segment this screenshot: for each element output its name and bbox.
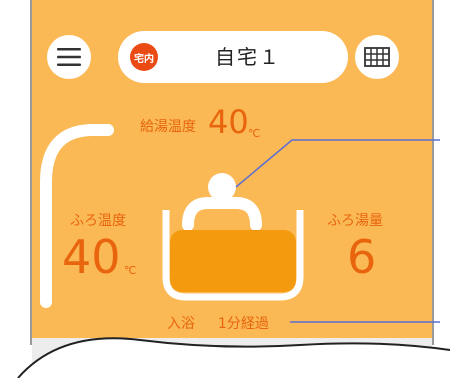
- annotation-lines: [17, 139, 450, 378]
- callout-line-person: [235, 139, 440, 188]
